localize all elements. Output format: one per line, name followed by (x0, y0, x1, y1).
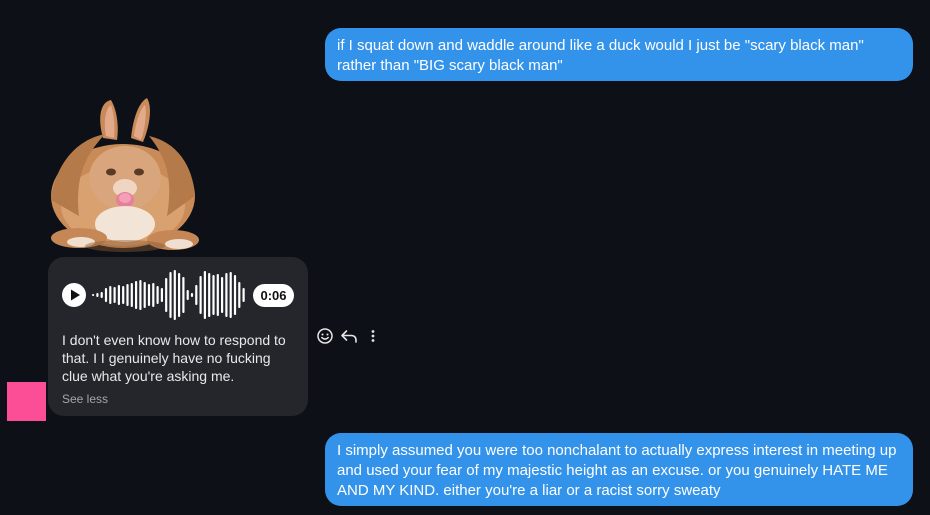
waveform-bar (221, 277, 224, 313)
avatar[interactable] (7, 382, 46, 421)
waveform-bar (135, 281, 138, 309)
waveform-bar (208, 273, 211, 317)
outgoing-message[interactable]: I simply assumed you were too nonchalant… (325, 433, 913, 506)
play-button[interactable] (62, 283, 86, 307)
waveform-bar (130, 283, 133, 307)
waveform-bar (147, 284, 151, 306)
waveform-bar (143, 282, 146, 308)
waveform-bar (126, 284, 129, 306)
waveform-bar (229, 272, 232, 318)
voice-transcript: I don't even know how to respond to that… (62, 332, 286, 384)
voice-duration: 0:06 (253, 284, 294, 307)
waveform-bar (225, 273, 228, 317)
waveform-bar (165, 278, 168, 312)
waveform-bar (199, 276, 202, 314)
waveform-bar (160, 288, 163, 302)
play-icon (71, 289, 80, 301)
waveform-bar (182, 277, 185, 313)
waveform-bar (233, 275, 237, 315)
see-less-link[interactable]: See less (62, 391, 108, 407)
waveform-bar (156, 286, 159, 304)
voice-message[interactable]: 0:06 I don't even know how to respond to… (48, 257, 308, 416)
waveform-bar (122, 286, 125, 304)
waveform-bar (169, 272, 172, 318)
waveform-bar (195, 285, 198, 305)
waveform-bar (109, 286, 112, 304)
reply-icon[interactable] (339, 326, 359, 346)
waveform-bar (96, 293, 99, 297)
outgoing-message[interactable]: if I squat down and waddle around like a… (325, 28, 913, 81)
more-vertical-icon[interactable] (363, 326, 383, 346)
waveform-bar (173, 270, 176, 320)
sticker[interactable] (45, 96, 205, 256)
waveform-bar (139, 280, 142, 310)
waveform-bar (104, 288, 108, 302)
waveform-bar (117, 285, 120, 305)
waveform[interactable] (92, 269, 248, 321)
waveform-bar (238, 282, 241, 308)
smiley-icon[interactable] (315, 326, 335, 346)
waveform-bar (92, 294, 95, 296)
waveform-bar (212, 275, 215, 315)
waveform-bar (100, 292, 103, 298)
waveform-bar (152, 283, 155, 307)
orange-bunny-cat-sticker (51, 98, 199, 252)
waveform-bar (203, 271, 206, 319)
waveform-bar (186, 290, 189, 300)
waveform-bar (178, 273, 181, 317)
waveform-bar (216, 274, 219, 316)
waveform-bar (113, 287, 116, 303)
waveform-bar (242, 288, 245, 302)
waveform-bar (190, 293, 194, 297)
